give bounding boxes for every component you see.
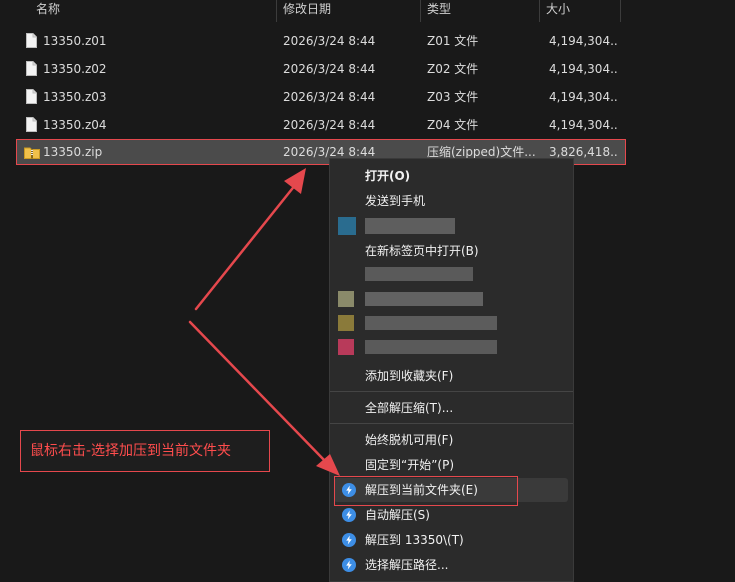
arrow-to-selected-file xyxy=(194,182,298,311)
annotation-arrows xyxy=(188,168,340,476)
arrowhead-up-icon xyxy=(284,168,306,194)
arrow-to-extract-here xyxy=(188,320,328,464)
arrowhead-down-icon xyxy=(316,454,340,476)
